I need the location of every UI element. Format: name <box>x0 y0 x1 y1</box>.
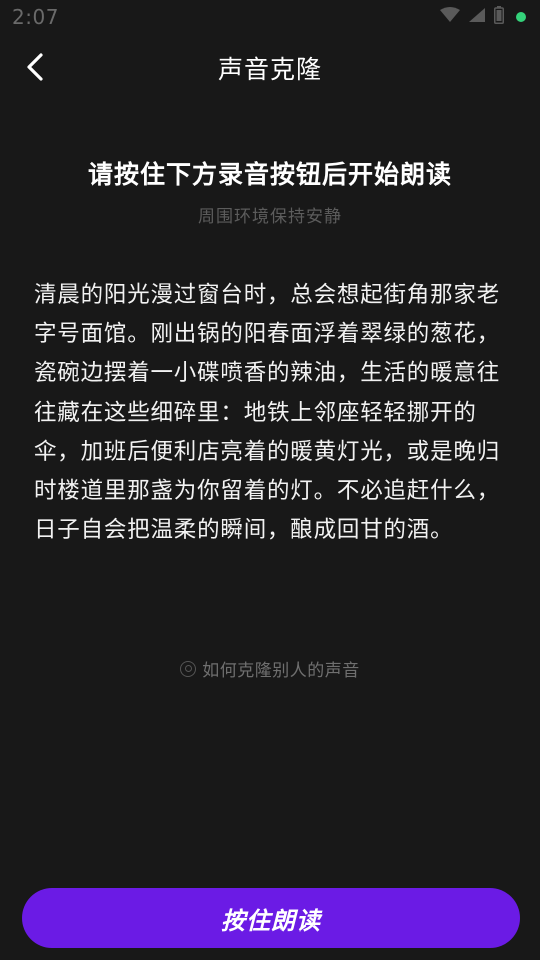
battery-icon <box>494 6 504 28</box>
wifi-icon <box>440 7 460 27</box>
status-bar: 2:07 <box>0 0 540 34</box>
notification-dot-icon <box>516 12 526 22</box>
status-time: 2:07 <box>12 5 59 29</box>
signal-icon <box>468 7 486 27</box>
target-icon <box>180 660 197 677</box>
voice-clone-screen: 2:07 声音克隆 请按住下方录音按钮后开始朗读 周围环境保持安静 清晨的阳光漫… <box>0 0 540 960</box>
instruction-hint: 周围环境保持安静 <box>198 207 342 227</box>
page-title: 声音克隆 <box>217 55 322 84</box>
nav-bar: 声音克隆 <box>0 34 540 100</box>
reading-passage: 清晨的阳光漫过窗台时，总会想起街角那家老字号面馆。刚出锅的阳春面浮着翠绿的葱花，… <box>34 282 501 544</box>
how-to-clone-link[interactable]: 如何克隆别人的声音 <box>0 656 540 681</box>
status-icons <box>440 6 526 28</box>
how-to-clone-label: 如何克隆别人的声音 <box>202 661 360 681</box>
instruction-title: 请按住下方录音按钮后开始朗读 <box>87 160 452 189</box>
hold-to-read-label: 按住朗读 <box>221 907 321 935</box>
hold-to-read-button[interactable]: 按住朗读 <box>22 888 520 948</box>
